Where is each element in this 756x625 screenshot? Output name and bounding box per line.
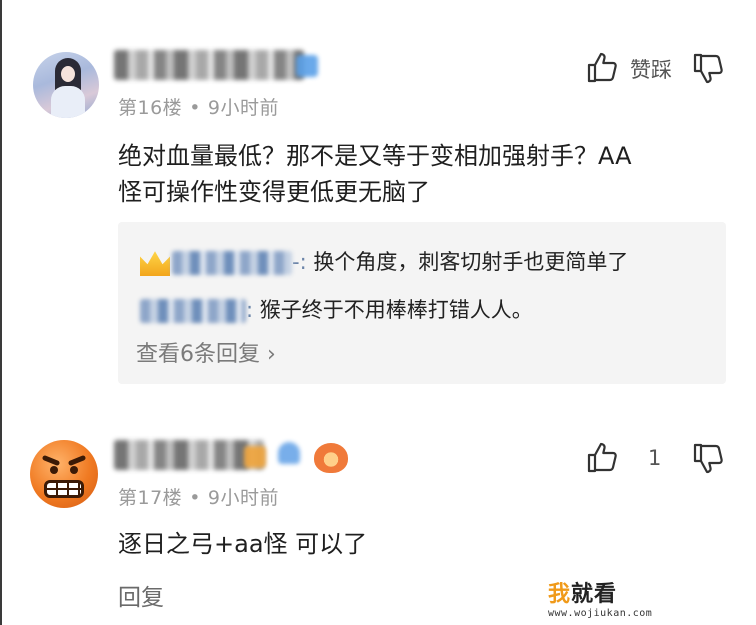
thumb-up-icon[interactable]	[586, 440, 618, 474]
left-edge-line	[0, 0, 2, 625]
reply-text: 猴子终于不用棒棒打错人人。	[259, 298, 533, 322]
thumb-up-icon[interactable]	[586, 50, 618, 84]
timestamp: 9小时前	[207, 97, 279, 119]
watermark-logo: 我就看 www.wojiukan.com	[548, 582, 653, 619]
user-badge	[296, 55, 318, 77]
reply-username-blurred[interactable]	[172, 251, 292, 275]
reply-item[interactable]: : 猴子终于不用棒棒打错人人。	[140, 294, 533, 324]
reply-text: 换个角度，刺客切射手也更简单了	[313, 250, 629, 274]
floor-number: 第17楼	[118, 487, 183, 509]
game-controller-icon	[314, 443, 348, 473]
avatar[interactable]	[30, 440, 98, 508]
like-dislike-label[interactable]: 赞踩	[630, 54, 672, 84]
floor-number: 第16楼	[118, 97, 183, 119]
like-count: 1	[648, 446, 662, 470]
comment-text-line-1: 绝对血量最低？那不是又等于变相加强射手？AA	[118, 142, 632, 170]
reply-item[interactable]: -: 换个角度，刺客切射手也更简单了	[140, 246, 628, 276]
comment-meta: 第17楼 • 9小时前	[118, 487, 279, 509]
view-more-replies-link[interactable]: 查看6条回复 ›	[136, 336, 276, 368]
reply-username-blurred[interactable]	[140, 299, 246, 323]
comment-text-line-2: 怪可操作性变得更低更无脑了	[118, 178, 430, 206]
comment-meta: 第16楼 • 9小时前	[118, 97, 279, 119]
level-badge	[244, 446, 266, 468]
reply-preview-box[interactable]: -: 换个角度，刺客切射手也更简单了 : 猴子终于不用棒棒打错人人。 查看6条回…	[118, 222, 726, 384]
comment-text: 逐日之弓+aa怪 可以了	[118, 530, 368, 558]
avatar[interactable]	[33, 52, 99, 118]
chevron-right-icon: ›	[267, 342, 276, 367]
username-blurred[interactable]	[114, 440, 264, 470]
crown-icon	[140, 251, 170, 276]
thumb-down-icon[interactable]	[692, 442, 724, 476]
thumb-down-icon[interactable]	[692, 52, 724, 86]
username-blurred[interactable]	[114, 50, 304, 80]
timestamp: 9小时前	[207, 487, 279, 509]
user-badge	[278, 442, 300, 464]
reply-button[interactable]: 回复	[118, 578, 164, 612]
